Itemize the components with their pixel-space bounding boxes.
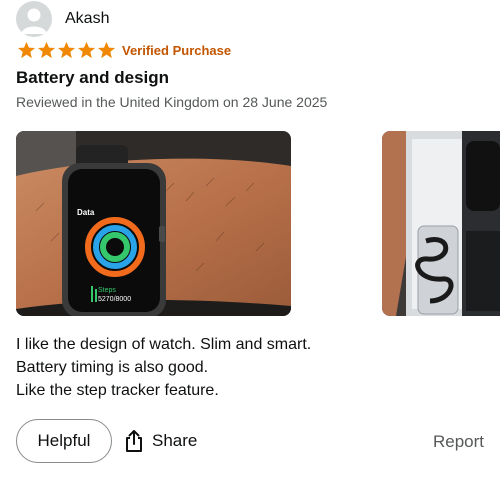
star-icon <box>97 41 116 59</box>
review-body-line: Battery timing is also good. <box>16 359 209 376</box>
watch-screen-label: Data <box>77 208 95 217</box>
reviewer-profile[interactable]: Akash <box>16 1 109 37</box>
star-icon <box>77 41 96 59</box>
review-body-line: Like the step tracker feature. <box>16 382 219 399</box>
star-icon <box>17 41 36 59</box>
share-button[interactable]: Share <box>124 429 197 453</box>
share-label: Share <box>152 431 198 450</box>
watch-steps-label: Steps <box>98 287 116 294</box>
reviewer-name: Akash <box>65 10 110 27</box>
share-icon <box>126 430 142 452</box>
review-title: Battery and design <box>16 68 170 87</box>
review-photo-watch-on-wrist[interactable]: Data Steps 5270/8000 <box>16 131 291 316</box>
helpful-button[interactable]: Helpful <box>16 419 112 463</box>
review-meta: Reviewed in the United Kingdom on 28 Jun… <box>16 94 328 110</box>
verified-purchase-badge: Verified Purchase <box>122 43 232 58</box>
star-icon <box>57 41 76 59</box>
star-rating <box>17 41 116 60</box>
review-body-line: I like the design of watch. Slim and sma… <box>16 336 312 353</box>
default-avatar-icon <box>16 1 52 37</box>
rating-row: Verified Purchase <box>17 41 231 60</box>
report-link[interactable]: Report <box>433 432 484 452</box>
watch-steps-value: 5270/8000 <box>98 296 131 303</box>
star-icon <box>37 41 56 59</box>
review-photo-watch-in-box[interactable] <box>382 131 500 316</box>
review-body: I like the design of watch. Slim and sma… <box>16 333 311 402</box>
